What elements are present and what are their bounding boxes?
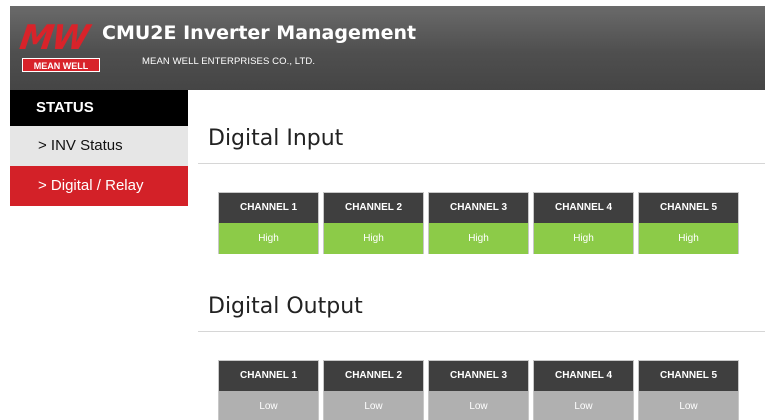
channel-state: Low (639, 391, 738, 420)
output-channel-1: CHANNEL 1 Low (218, 360, 319, 420)
channel-state: Low (219, 391, 318, 420)
app-header: MW MEAN WELL CMU2E Inverter Management M… (10, 6, 765, 90)
section-divider (198, 331, 765, 332)
digital-input-channels: CHANNEL 1 High CHANNEL 2 High CHANNEL 3 … (218, 192, 739, 254)
channel-state: Low (324, 391, 423, 420)
input-channel-2: CHANNEL 2 High (323, 192, 424, 254)
channel-label: CHANNEL 2 (324, 361, 423, 391)
sidebar: STATUS > INV Status > Digital / Relay (10, 90, 188, 206)
input-channel-1: CHANNEL 1 High (218, 192, 319, 254)
section-divider (198, 163, 765, 164)
sidebar-item-digital-relay[interactable]: > Digital / Relay (10, 166, 188, 206)
channel-label: CHANNEL 1 (219, 361, 318, 391)
input-channel-3: CHANNEL 3 High (428, 192, 529, 254)
logo-wordmark: MEAN WELL (22, 58, 100, 72)
output-channel-2: CHANNEL 2 Low (323, 360, 424, 420)
channel-state: High (534, 223, 633, 254)
channel-state: High (219, 223, 318, 254)
output-channel-5: CHANNEL 5 Low (638, 360, 739, 420)
channel-label: CHANNEL 5 (639, 361, 738, 391)
digital-input-title: Digital Input (208, 126, 344, 151)
logo-mark: MW (17, 18, 91, 58)
channel-label: CHANNEL 4 (534, 193, 633, 223)
channel-label: CHANNEL 3 (429, 193, 528, 223)
mean-well-logo: MW MEAN WELL (17, 18, 104, 74)
channel-state: High (324, 223, 423, 254)
channel-label: CHANNEL 5 (639, 193, 738, 223)
digital-output-title: Digital Output (208, 294, 363, 319)
output-channel-3: CHANNEL 3 Low (428, 360, 529, 420)
channel-label: CHANNEL 1 (219, 193, 318, 223)
main-content: Digital Input CHANNEL 1 High CHANNEL 2 H… (188, 90, 765, 420)
input-channel-5: CHANNEL 5 High (638, 192, 739, 254)
channel-state: Low (534, 391, 633, 420)
company-name: MEAN WELL ENTERPRISES CO., LTD. (142, 56, 316, 67)
app-title: CMU2E Inverter Management (102, 22, 417, 44)
output-channel-4: CHANNEL 4 Low (533, 360, 634, 420)
digital-output-channels: CHANNEL 1 Low CHANNEL 2 Low CHANNEL 3 Lo… (218, 360, 739, 420)
channel-state: Low (429, 391, 528, 420)
sidebar-item-inv-status[interactable]: > INV Status (10, 126, 188, 166)
channel-label: CHANNEL 3 (429, 361, 528, 391)
sidebar-heading-status: STATUS (10, 90, 188, 126)
channel-state: High (639, 223, 738, 254)
input-channel-4: CHANNEL 4 High (533, 192, 634, 254)
channel-label: CHANNEL 2 (324, 193, 423, 223)
channel-state: High (429, 223, 528, 254)
channel-label: CHANNEL 4 (534, 361, 633, 391)
